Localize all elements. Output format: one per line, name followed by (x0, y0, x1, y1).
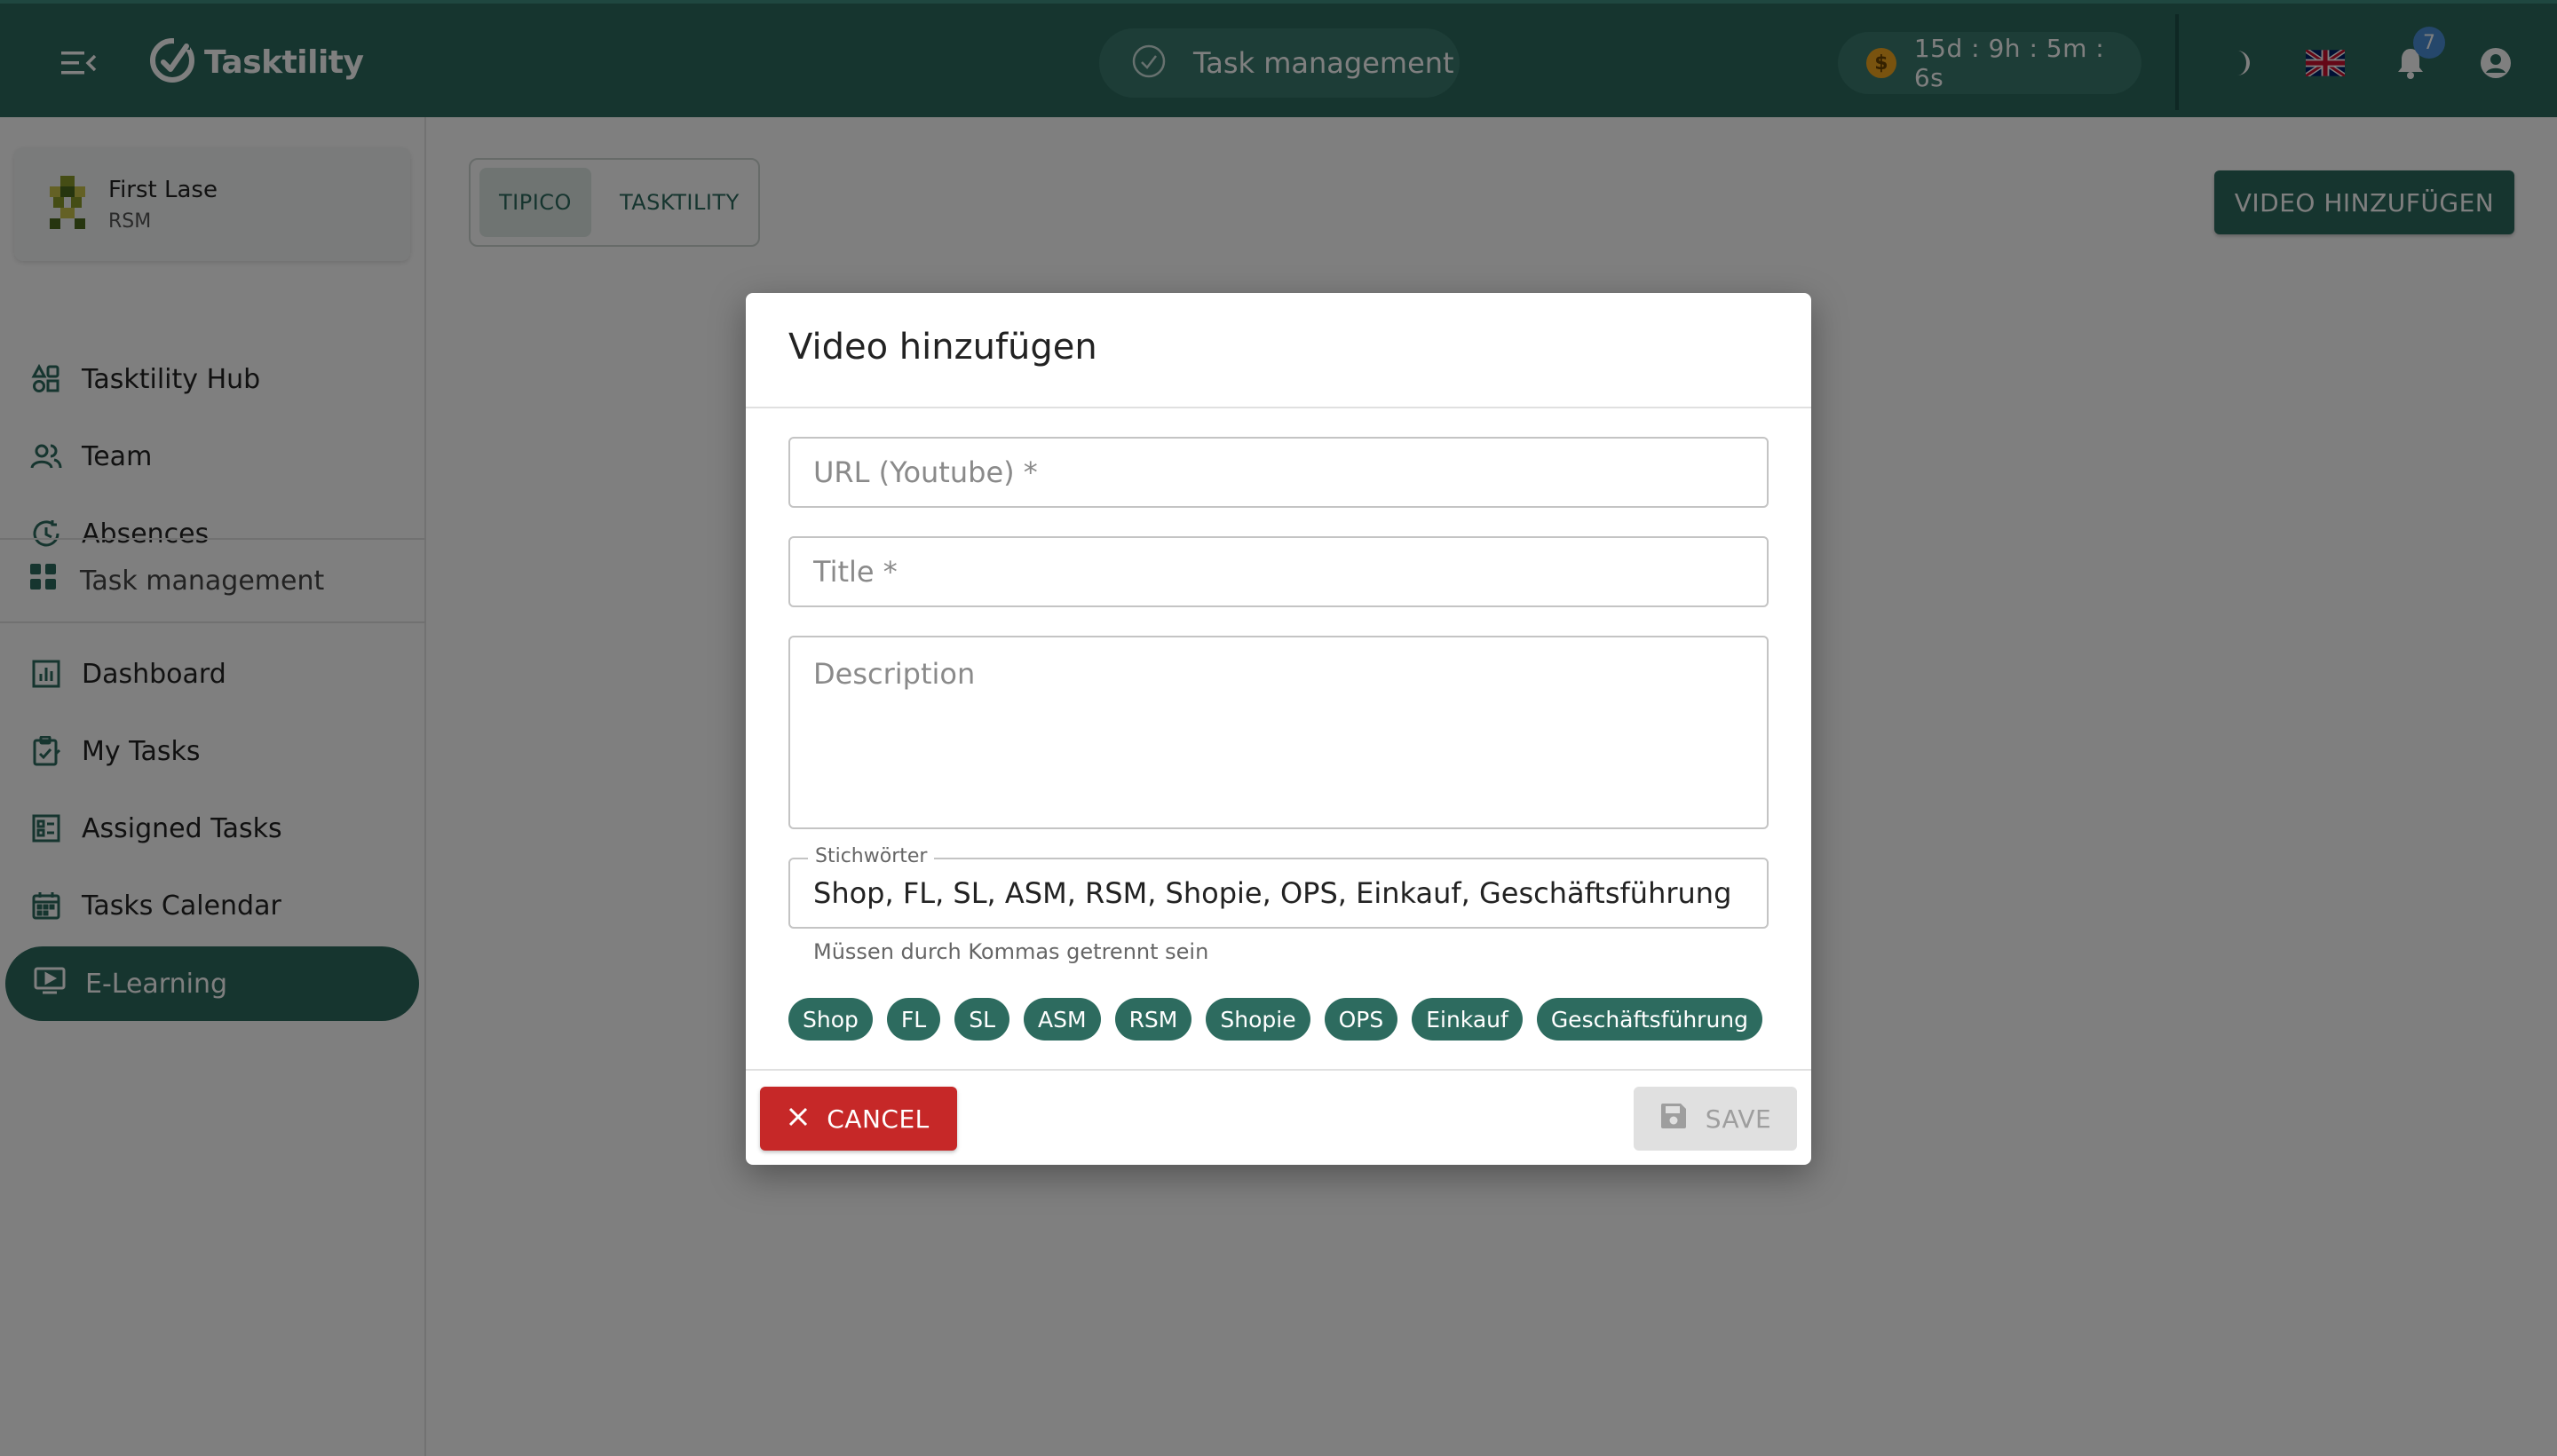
url-input[interactable] (813, 455, 1744, 489)
keyword-chip: Shop (788, 998, 873, 1041)
close-icon (788, 1104, 809, 1134)
keyword-chip: Shopie (1206, 998, 1310, 1041)
save-button[interactable]: SAVE (1634, 1087, 1797, 1151)
cancel-label: CANCEL (827, 1104, 930, 1134)
title-input[interactable] (813, 555, 1744, 589)
keywords-helper-text: Müssen durch Kommas getrennt sein (813, 939, 1209, 964)
keyword-chip: ASM (1024, 998, 1101, 1041)
title-field (788, 536, 1769, 607)
description-textarea[interactable] (813, 657, 1744, 799)
description-field (788, 636, 1769, 829)
keyword-chip: RSM (1114, 998, 1192, 1041)
cancel-button[interactable]: CANCEL (760, 1087, 957, 1151)
save-label: SAVE (1705, 1104, 1772, 1134)
keywords-label: Stichwörter (808, 845, 935, 867)
keyword-chip: OPS (1324, 998, 1398, 1041)
keywords-field: Stichwörter (788, 845, 1769, 929)
keyword-chips: Shop FL SL ASM RSM Shopie OPS Einkauf Ge… (788, 998, 1769, 1041)
keyword-chip: SL (954, 998, 1010, 1041)
dialog-footer-divider (746, 1069, 1811, 1071)
dialog-divider (746, 407, 1811, 408)
url-field (788, 437, 1769, 508)
save-icon (1659, 1102, 1688, 1136)
keywords-input[interactable] (813, 876, 1744, 910)
keyword-chip: Geschäftsführung (1536, 998, 1763, 1041)
keyword-chip: FL (886, 998, 941, 1041)
keyword-chip: Einkauf (1412, 998, 1523, 1041)
add-video-dialog: Video hinzufügen Stichwörter Müssen durc… (746, 293, 1811, 1165)
dialog-title: Video hinzufügen (788, 327, 1097, 368)
